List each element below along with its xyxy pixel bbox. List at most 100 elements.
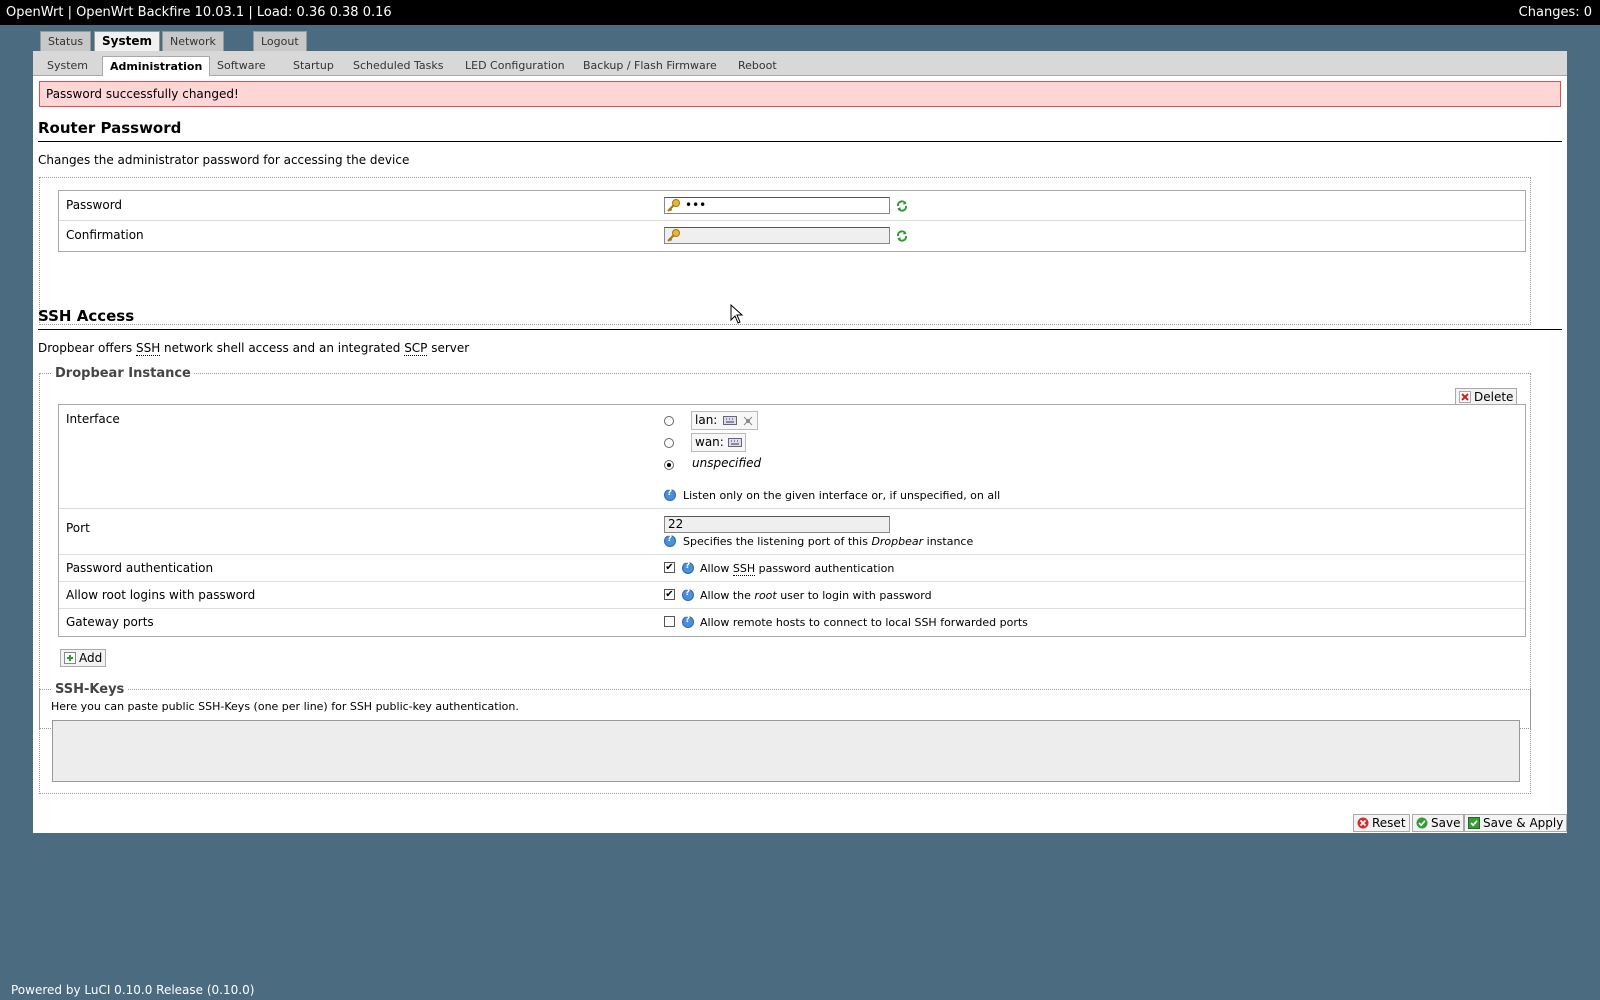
header-title: OpenWrt | OpenWrt Backfire 10.03.1 | Loa… [6, 5, 392, 20]
interface-chip-wan[interactable]: wan: [691, 433, 746, 452]
router-password-fieldset: Password ••• Confirmation [39, 177, 1531, 325]
router-password-title: Router Password [38, 119, 1562, 142]
ssh-desc-2: network shell access and an integrated [160, 341, 405, 355]
gateway-ports-help-text: Allow remote hosts to connect to local S… [700, 616, 1028, 629]
confirmation-label: Confirmation [66, 228, 144, 242]
key-icon [667, 229, 680, 242]
port-value: 22 [668, 517, 684, 531]
sub-tabs: System Administration Software Startup S… [33, 51, 1567, 76]
gateway-ports-checkbox[interactable] [664, 616, 675, 627]
subtab-reboot[interactable]: Reboot [731, 56, 784, 76]
interface-chip-lan[interactable]: lan: [691, 411, 758, 430]
root-login-checkbox[interactable]: ✔ [664, 589, 675, 600]
port-help-2: instance [923, 535, 974, 548]
delete-label: Delete [1474, 390, 1514, 404]
save-button[interactable]: Save [1412, 814, 1465, 832]
dropbear-table: Interface lan: wan: unspecified ? Listen… [58, 404, 1526, 637]
confirmation-input[interactable] [664, 227, 890, 244]
root-help-em: root [754, 589, 777, 602]
password-auth-row: Password authentication ✔ Allow SSH pass… [59, 555, 1525, 582]
ssh-keys-textarea[interactable] [52, 720, 1520, 782]
password-auth-help-text: Allow SSH password authentication [700, 562, 895, 576]
mouse-cursor-icon [730, 304, 744, 324]
port-input[interactable]: 22 [664, 516, 890, 533]
interface-help-text: Listen only on the given interface or, i… [683, 489, 1001, 502]
tab-status[interactable]: Status [40, 31, 92, 51]
interface-radio-lan[interactable] [664, 416, 674, 426]
password-table: Password ••• Confirmation [58, 190, 1526, 252]
help-icon [682, 561, 694, 574]
reveal-confirmation-icon[interactable] [896, 230, 908, 242]
key-icon [667, 199, 680, 212]
port-help-em: Dropbear [871, 535, 924, 548]
ssh-access-description: Dropbear offers SSH network shell access… [38, 341, 470, 356]
router-password-description: Changes the administrator password for a… [38, 153, 410, 167]
pw-auth-help-1: Allow [700, 562, 733, 575]
reset-button[interactable]: Reset [1353, 814, 1410, 832]
scp-abbr: SCP [404, 341, 428, 356]
interface-radio-wan[interactable] [664, 438, 674, 448]
root-login-row: Allow root logins with password ✔ Allow … [59, 582, 1525, 609]
ethernet-icon [728, 438, 742, 447]
add-label: Add [79, 651, 103, 665]
save-label: Save [1431, 816, 1461, 830]
password-label: Password [66, 198, 123, 212]
ethernet-icon [723, 416, 737, 425]
subtab-scheduled-tasks[interactable]: Scheduled Tasks [346, 56, 451, 76]
subtab-led-configuration[interactable]: LED Configuration [458, 56, 572, 76]
interface-row: Interface lan: wan: unspecified ? Listen… [59, 405, 1525, 509]
confirmation-row: Confirmation [59, 221, 1525, 251]
subtab-backup-flash-firmware[interactable]: Backup / Flash Firmware [576, 56, 724, 76]
password-value: ••• [685, 198, 707, 212]
reveal-password-icon[interactable] [896, 200, 908, 212]
ssh-desc-1: Dropbear offers [38, 341, 136, 355]
interface-unspecified-label: unspecified [692, 456, 762, 470]
reset-icon [1357, 817, 1369, 829]
dropbear-instance-fieldset: Dropbear Instance Delete Interface lan: [39, 366, 1531, 729]
wireless-icon [743, 416, 753, 426]
tab-logout[interactable]: Logout [253, 31, 307, 51]
success-alert: Password successfully changed! [39, 81, 1561, 107]
password-input[interactable]: ••• [664, 197, 890, 214]
root-login-help-text: Allow the root user to login with passwo… [700, 589, 932, 602]
subtab-administration[interactable]: Administration [102, 56, 211, 76]
port-row: Port 22 Specifies the listening port of … [59, 509, 1525, 555]
pw-auth-help-2: password authentication [755, 562, 895, 575]
ssh-keys-description: Here you can paste public SSH-Keys (one … [51, 700, 519, 713]
password-auth-checkbox[interactable]: ✔ [664, 562, 675, 573]
interface-wan-label: wan: [695, 435, 724, 449]
save-icon [1416, 817, 1428, 829]
subtab-startup[interactable]: Startup [286, 56, 341, 76]
gateway-ports-label: Gateway ports [66, 615, 154, 629]
subtab-software[interactable]: Software [210, 56, 273, 76]
ssh-access-title: SSH Access [38, 307, 1562, 330]
content-panel: System Administration Software Startup S… [33, 51, 1568, 833]
ssh-keys-legend: SSH-Keys [52, 682, 128, 697]
save-apply-icon [1468, 817, 1480, 829]
help-icon [682, 615, 694, 628]
ssh-desc-3: server [427, 341, 470, 355]
help-icon [664, 534, 676, 547]
footer: Powered by LuCI 0.10.0 Release (0.10.0) [11, 983, 255, 997]
port-help-text: Specifies the listening port of this Dro… [683, 535, 973, 548]
ssh-abbr: SSH [135, 341, 161, 356]
pw-auth-help-abbr: SSH [732, 562, 756, 576]
gateway-ports-row: Gateway ports Allow remote hosts to conn… [59, 609, 1525, 636]
tab-system[interactable]: System [94, 31, 160, 52]
top-bar: OpenWrt | OpenWrt Backfire 10.03.1 | Loa… [0, 0, 1600, 25]
port-help-1: Specifies the listening port of this [683, 535, 872, 548]
reset-label: Reset [1372, 816, 1406, 830]
tab-network[interactable]: Network [162, 31, 224, 51]
changes-counter[interactable]: Changes: 0 [1519, 5, 1592, 20]
subtab-system[interactable]: System [40, 56, 95, 76]
delete-icon [1459, 391, 1471, 403]
dropbear-instance-legend: Dropbear Instance [52, 366, 194, 381]
save-apply-button[interactable]: Save & Apply [1464, 814, 1568, 832]
save-apply-label: Save & Apply [1483, 816, 1564, 830]
port-label: Port [66, 521, 90, 535]
add-icon [64, 652, 76, 664]
add-button[interactable]: Add [60, 649, 107, 667]
ssh-keys-fieldset: SSH-Keys Here you can paste public SSH-K… [39, 682, 1531, 794]
interface-label: Interface [66, 412, 120, 426]
interface-radio-unspecified[interactable] [664, 460, 674, 470]
